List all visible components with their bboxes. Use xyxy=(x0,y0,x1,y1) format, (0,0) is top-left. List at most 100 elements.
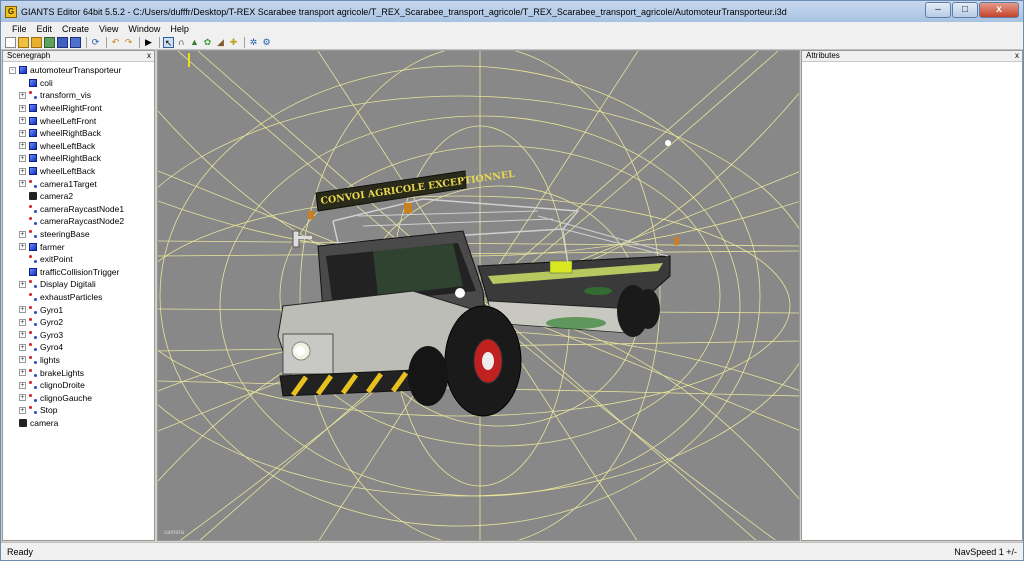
title-bar[interactable]: G GIANTS Editor 64bit 5.5.2 - C:/Users/d… xyxy=(1,1,1023,22)
expand-toggle-icon[interactable]: + xyxy=(19,280,26,288)
undo-icon[interactable]: ↶ xyxy=(110,37,121,48)
scenegraph-node-label: Gyro1 xyxy=(40,304,64,315)
expand-toggle-icon[interactable]: + xyxy=(19,381,26,389)
scenegraph-node[interactable]: exitPoint xyxy=(3,253,154,266)
open-recent-icon[interactable] xyxy=(31,37,42,48)
menu-help[interactable]: Help xyxy=(165,24,194,34)
tree-spacer xyxy=(19,268,26,276)
scenegraph-node[interactable]: exhaustParticles xyxy=(3,291,154,304)
expand-toggle-icon[interactable]: + xyxy=(19,243,26,251)
expand-toggle-icon[interactable]: + xyxy=(19,331,26,339)
expand-toggle-icon[interactable]: + xyxy=(19,369,26,377)
play-icon[interactable]: ▶ xyxy=(143,37,154,48)
expand-toggle-icon[interactable]: + xyxy=(19,394,26,402)
expand-toggle-icon[interactable]: + xyxy=(19,167,26,175)
texture-paint-icon[interactable]: ✚ xyxy=(228,37,239,48)
scenegraph-node[interactable]: + Gyro2 xyxy=(3,316,154,329)
scenegraph-node[interactable]: + wheelLeftBack xyxy=(3,140,154,153)
scenegraph-node[interactable]: camera xyxy=(3,417,154,430)
scenegraph-node[interactable]: + Stop xyxy=(3,404,154,417)
terrain-sculpt-icon[interactable]: ◢ xyxy=(215,37,226,48)
scenegraph-node[interactable]: camera2 xyxy=(3,190,154,203)
scenegraph-node-label: transform_vis xyxy=(40,90,92,101)
import-icon[interactable] xyxy=(44,37,55,48)
scenegraph-node[interactable]: + Gyro4 xyxy=(3,341,154,354)
scenegraph-node-label: Display Digitali xyxy=(40,279,96,290)
maximize-button[interactable]: □ xyxy=(952,2,978,18)
expand-toggle-icon[interactable]: + xyxy=(19,306,26,314)
save-as-icon[interactable] xyxy=(70,37,81,48)
transform-node-icon xyxy=(29,280,37,289)
collapse-toggle-icon[interactable]: - xyxy=(9,66,16,74)
menu-edit[interactable]: Edit xyxy=(32,24,58,34)
scenegraph-close-icon[interactable]: x xyxy=(147,51,151,61)
scenegraph-node[interactable]: + brakeLights xyxy=(3,366,154,379)
transform-node-icon xyxy=(29,318,37,327)
scenegraph-node[interactable]: - automoteurTransporteur xyxy=(3,64,154,77)
settings-gear-icon[interactable]: ⚙ xyxy=(261,37,272,48)
scenegraph-node[interactable]: + Display Digitali xyxy=(3,278,154,291)
attributes-panel: Attributes x xyxy=(801,50,1023,541)
3d-viewport[interactable]: CONVOI AGRICOLE EXCEPTIONNEL camera xyxy=(157,50,800,541)
expand-toggle-icon[interactable]: + xyxy=(19,230,26,238)
scenegraph-node[interactable]: cameraRaycastNode1 xyxy=(3,203,154,216)
expand-toggle-icon[interactable]: + xyxy=(19,318,26,326)
expand-toggle-icon[interactable]: + xyxy=(19,406,26,414)
expand-toggle-icon[interactable]: + xyxy=(19,142,26,150)
expand-toggle-icon[interactable]: + xyxy=(19,104,26,112)
scenegraph-node[interactable]: + wheelRightFront xyxy=(3,102,154,115)
scenegraph-node[interactable]: trafficCollisionTrigger xyxy=(3,266,154,279)
close-button[interactable]: x xyxy=(979,2,1019,18)
expand-toggle-icon[interactable]: + xyxy=(19,117,26,125)
gizmo-line xyxy=(158,240,799,247)
scenegraph-node-label: camera xyxy=(30,417,59,428)
scenegraph-node[interactable]: + lights xyxy=(3,354,154,367)
scenegraph-node-label: Stop xyxy=(40,405,58,416)
scenegraph-node[interactable]: + clignoDroite xyxy=(3,379,154,392)
tree-spacer xyxy=(19,255,26,263)
scenegraph-node[interactable]: + farmer xyxy=(3,240,154,253)
redo-icon[interactable]: ↷ xyxy=(123,37,134,48)
scenegraph-node[interactable]: + wheelRightBack xyxy=(3,152,154,165)
menu-file[interactable]: File xyxy=(7,24,32,34)
terrain-paint-icon[interactable]: ▲ xyxy=(189,37,200,48)
expand-toggle-icon[interactable]: + xyxy=(19,154,26,162)
expand-toggle-icon[interactable]: + xyxy=(19,129,26,137)
foliage-paint-icon[interactable]: ✿ xyxy=(202,37,213,48)
select-tool-icon[interactable]: ↖ xyxy=(163,37,174,48)
expand-toggle-icon[interactable]: + xyxy=(19,180,26,188)
expand-toggle-icon[interactable]: + xyxy=(19,356,26,364)
minimize-button[interactable]: – xyxy=(925,2,951,18)
scenegraph-node[interactable]: + clignoGauche xyxy=(3,391,154,404)
scenegraph-node[interactable]: + Gyro1 xyxy=(3,303,154,316)
attributes-close-icon[interactable]: x xyxy=(1015,51,1019,61)
transform-node-icon xyxy=(29,255,37,264)
scenegraph-node[interactable]: + wheelRightBack xyxy=(3,127,154,140)
scenegraph-node[interactable]: + Gyro3 xyxy=(3,328,154,341)
scenegraph-node[interactable]: + transform_vis xyxy=(3,89,154,102)
scenegraph-node[interactable]: + wheelLeftFront xyxy=(3,114,154,127)
scenegraph-node[interactable]: + wheelLeftBack xyxy=(3,165,154,178)
expand-toggle-icon[interactable]: + xyxy=(19,343,26,351)
scenegraph-node-label: wheelLeftBack xyxy=(40,166,96,177)
scenegraph-node[interactable]: cameraRaycastNode2 xyxy=(3,215,154,228)
menu-create[interactable]: Create xyxy=(57,24,94,34)
scenegraph-node[interactable]: coli xyxy=(3,77,154,90)
scenegraph-node[interactable]: + camera1Target xyxy=(3,177,154,190)
open-folder-icon[interactable] xyxy=(18,37,29,48)
toolbar-separator xyxy=(86,37,87,48)
menu-window[interactable]: Window xyxy=(123,24,165,34)
save-icon[interactable] xyxy=(57,37,68,48)
new-file-icon[interactable] xyxy=(5,37,16,48)
move-tool-icon[interactable]: ∩ xyxy=(176,37,187,48)
snap-icon[interactable]: ✲ xyxy=(248,37,259,48)
scenegraph-node-label: lights xyxy=(40,354,60,365)
gizmo-line xyxy=(158,250,799,257)
menu-bar: File Edit Create View Window Help xyxy=(1,22,1023,36)
refresh-icon[interactable]: ⟳ xyxy=(90,37,101,48)
scenegraph-node[interactable]: + steeringBase xyxy=(3,228,154,241)
scenegraph-tree[interactable]: - automoteurTransporteur coli + transform_vi… xyxy=(3,62,154,429)
transform-node-icon xyxy=(29,217,37,226)
menu-view[interactable]: View xyxy=(94,24,123,34)
expand-toggle-icon[interactable]: + xyxy=(19,91,26,99)
